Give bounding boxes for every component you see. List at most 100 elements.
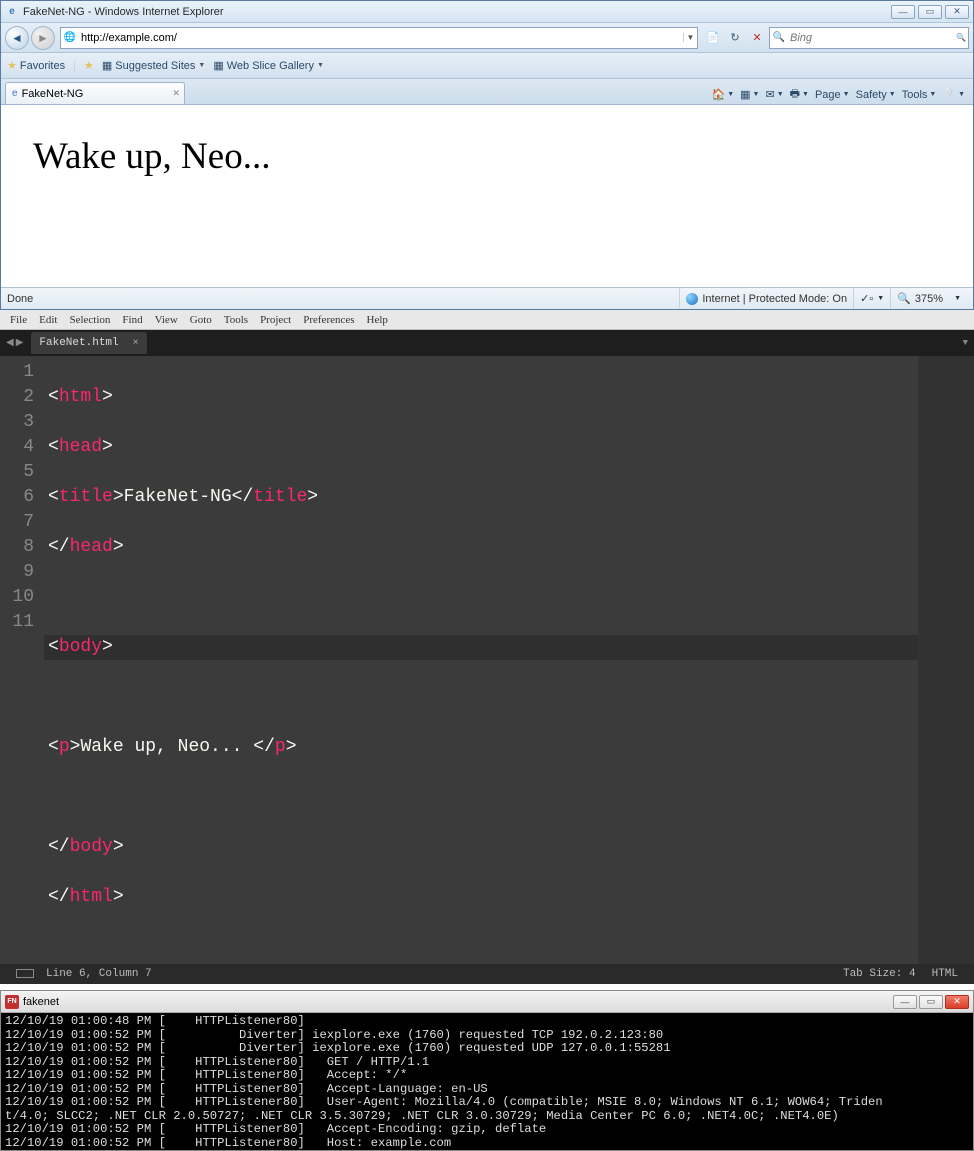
- page-content: Wake up, Neo...: [1, 105, 973, 287]
- sublime-window: File Edit Selection Find View Goto Tools…: [0, 310, 974, 984]
- menu-view[interactable]: View: [155, 314, 178, 326]
- ie-favorites-bar: ★Favorites | ★ ▦Suggested Sites▼ ▦Web Sl…: [1, 53, 973, 79]
- search-input[interactable]: [788, 30, 954, 46]
- ie-tab[interactable]: e FakeNet-NG ✕: [5, 82, 185, 104]
- line-gutter: 1234567891011: [0, 356, 44, 964]
- zoom-level[interactable]: 🔍 375% ▼: [890, 288, 967, 309]
- editor-area[interactable]: 1234567891011 <html> <head> <title>FakeN…: [0, 356, 974, 964]
- print-button[interactable]: 🖶▼: [790, 85, 809, 104]
- close-button[interactable]: ✕: [945, 5, 969, 19]
- compat-button[interactable]: 📄: [703, 28, 723, 48]
- star-icon: ★: [7, 59, 17, 72]
- ie-window-title: FakeNet-NG - Windows Internet Explorer: [23, 6, 891, 18]
- mail-icon: ✉: [765, 88, 774, 101]
- mail-button[interactable]: ✉▼: [765, 88, 783, 101]
- console-maximize-button[interactable]: ▭: [919, 995, 943, 1009]
- console-line: 12/10/19 01:00:52 PM [ HTTPListener80] H…: [5, 1137, 969, 1151]
- ie-titlebar[interactable]: e FakeNet-NG - Windows Internet Explorer…: [1, 1, 973, 23]
- back-button[interactable]: ◄: [5, 26, 29, 50]
- menu-edit[interactable]: Edit: [39, 314, 57, 326]
- address-bar[interactable]: 🌐 ▼: [60, 27, 698, 49]
- favorites-button[interactable]: ★Favorites: [7, 59, 65, 72]
- sublime-tab-close-button[interactable]: ×: [133, 338, 139, 349]
- tab-favicon-icon: e: [12, 88, 18, 99]
- menu-preferences[interactable]: Preferences: [303, 314, 354, 326]
- sublime-tab-name: FakeNet.html: [39, 337, 118, 349]
- ie-navbar: ◄ ► 🌐 ▼ 📄 ↻ ✕ 🔍 🔍: [1, 23, 973, 53]
- suggested-sites-link[interactable]: ▦Suggested Sites▼: [102, 59, 205, 72]
- console-line: 12/10/19 01:00:52 PM [ HTTPListener80] A…: [5, 1123, 969, 1137]
- safety-menu[interactable]: Safety▼: [856, 89, 896, 101]
- console-line: 12/10/19 01:00:48 PM [ HTTPListener80]: [5, 1015, 969, 1029]
- search-bar[interactable]: 🔍 🔍: [769, 27, 969, 49]
- sublime-tabbar: ◀▶ FakeNet.html × ▼: [0, 330, 974, 356]
- page-icon: 🌐: [61, 32, 79, 43]
- sublime-tab[interactable]: FakeNet.html ×: [31, 332, 146, 354]
- ie-statusbar: Done Internet | Protected Mode: On ✓▫▼ 🔍…: [1, 287, 973, 309]
- console-window: FN fakenet — ▭ ✕ 12/10/19 01:00:48 PM [ …: [0, 990, 974, 1151]
- page-menu[interactable]: Page▼: [815, 89, 850, 101]
- cursor-position: Line 6, Column 7: [38, 968, 160, 980]
- code-body[interactable]: <html> <head> <title>FakeNet-NG</title> …: [44, 356, 974, 964]
- console-line: 12/10/19 01:00:52 PM [ HTTPListener80] U…: [5, 1096, 969, 1110]
- menu-project[interactable]: Project: [260, 314, 291, 326]
- search-go-button[interactable]: 🔍: [954, 33, 968, 42]
- add-favorite-button[interactable]: ★: [84, 59, 94, 72]
- menu-goto[interactable]: Goto: [190, 314, 212, 326]
- console-title: fakenet: [23, 996, 59, 1008]
- console-line: 12/10/19 01:00:52 PM [ Diverter] iexplor…: [5, 1029, 969, 1043]
- console-line: 12/10/19 01:00:52 PM [ HTTPListener80] A…: [5, 1069, 969, 1083]
- help-button[interactable]: ❔▼: [942, 88, 965, 101]
- home-button[interactable]: 🏠▼: [712, 88, 735, 101]
- minimap[interactable]: [918, 356, 974, 964]
- globe-icon: [686, 293, 698, 305]
- sublime-statusbar: Line 6, Column 7 Tab Size: 4 HTML: [0, 964, 974, 984]
- security-zone[interactable]: Internet | Protected Mode: On: [679, 288, 853, 309]
- tab-next-button[interactable]: ▶: [16, 337, 24, 349]
- console-line: 12/10/19 01:00:52 PM [ HTTPListener80] A…: [5, 1083, 969, 1097]
- stop-button[interactable]: ✕: [747, 28, 767, 48]
- console-output[interactable]: 12/10/19 01:00:48 PM [ HTTPListener80]12…: [1, 1013, 973, 1150]
- address-dropdown[interactable]: ▼: [683, 33, 697, 42]
- url-input[interactable]: [79, 30, 683, 46]
- menu-file[interactable]: File: [10, 314, 27, 326]
- feeds-button[interactable]: ▦▼: [740, 88, 759, 101]
- menu-help[interactable]: Help: [367, 314, 388, 326]
- tab-close-button[interactable]: ✕: [172, 88, 180, 99]
- minimize-button[interactable]: —: [891, 5, 915, 19]
- ie-command-bar: 🏠▼ ▦▼ ✉▼ 🖶▼ Page▼ Safety▼ Tools▼ ❔▼: [712, 85, 970, 104]
- console-line: t/4.0; SLCC2; .NET CLR 2.0.50727; .NET C…: [5, 1110, 969, 1124]
- console-icon: FN: [5, 995, 19, 1009]
- web-slice-link[interactable]: ▦Web Slice Gallery▼: [213, 59, 324, 72]
- search-icon: 🔍: [770, 32, 788, 43]
- tab-title: FakeNet-NG: [22, 88, 84, 100]
- page-heading: Wake up, Neo...: [33, 136, 270, 177]
- tools-menu[interactable]: Tools▼: [902, 89, 937, 101]
- tab-overflow-button[interactable]: ▼: [963, 338, 968, 348]
- ie-tabbar: e FakeNet-NG ✕ 🏠▼ ▦▼ ✉▼ 🖶▼ Page▼ Safety▼…: [1, 79, 973, 105]
- home-icon: 🏠: [712, 88, 726, 101]
- ie-window: e FakeNet-NG - Windows Internet Explorer…: [0, 0, 974, 310]
- console-line: 12/10/19 01:00:52 PM [ HTTPListener80] G…: [5, 1056, 969, 1070]
- site-icon: ▦: [102, 59, 112, 72]
- menu-selection[interactable]: Selection: [69, 314, 110, 326]
- forward-button[interactable]: ►: [31, 26, 55, 50]
- status-text: Done: [7, 293, 33, 305]
- console-minimize-button[interactable]: —: [893, 995, 917, 1009]
- console-close-button[interactable]: ✕: [945, 995, 969, 1009]
- menu-tools[interactable]: Tools: [224, 314, 248, 326]
- syntax-mode[interactable]: HTML: [924, 968, 966, 980]
- zoom-mode-button[interactable]: ✓▫▼: [853, 288, 890, 309]
- rss-icon: ▦: [740, 88, 750, 101]
- console-line: 12/10/19 01:00:52 PM [ Diverter] iexplor…: [5, 1042, 969, 1056]
- menu-find[interactable]: Find: [122, 314, 142, 326]
- ie-favicon-icon: e: [5, 5, 19, 19]
- tab-size[interactable]: Tab Size: 4: [835, 968, 924, 980]
- help-icon: ❔: [942, 88, 956, 101]
- maximize-button[interactable]: ▭: [918, 5, 942, 19]
- slice-icon: ▦: [213, 59, 223, 72]
- refresh-button[interactable]: ↻: [725, 28, 745, 48]
- panel-icon[interactable]: [16, 969, 34, 978]
- tab-prev-button[interactable]: ◀: [6, 337, 14, 349]
- console-titlebar[interactable]: FN fakenet — ▭ ✕: [1, 991, 973, 1013]
